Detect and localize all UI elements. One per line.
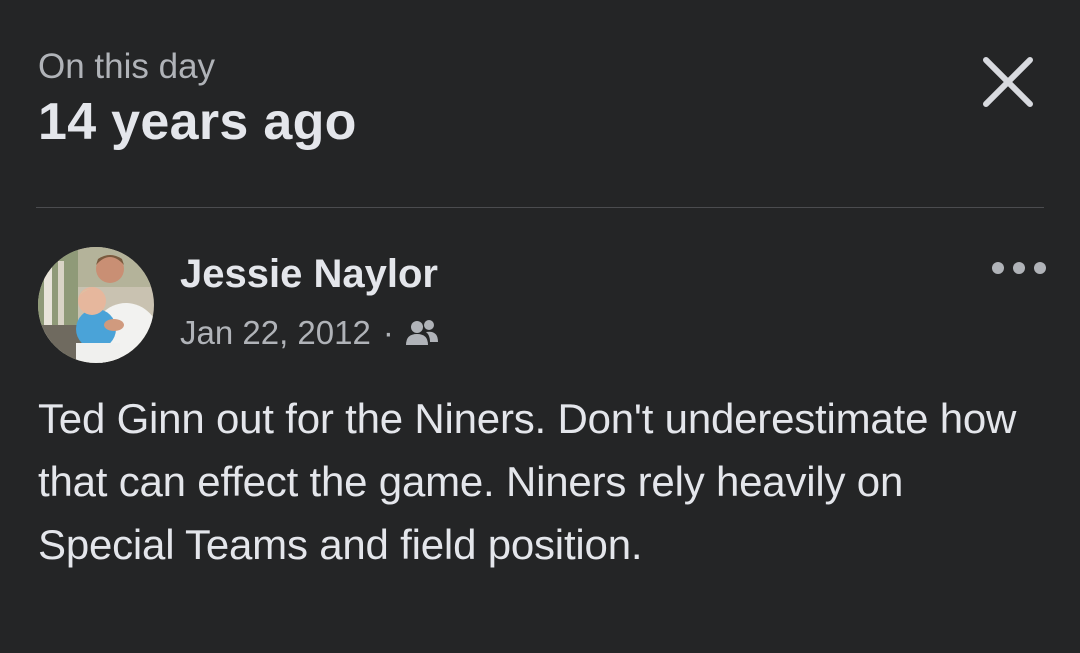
more-horizontal-icon (992, 262, 1046, 274)
post-date[interactable]: Jan 22, 2012 (180, 311, 371, 355)
author-avatar[interactable] (38, 247, 154, 363)
more-options-button[interactable] (986, 250, 1052, 286)
memory-label: On this day (38, 47, 216, 86)
close-icon (983, 57, 1033, 107)
close-button[interactable] (978, 52, 1038, 112)
avatar-photo (38, 247, 154, 363)
meta-separator: · (382, 314, 394, 351)
author-name[interactable]: Jessie Naylor (180, 246, 438, 302)
post-text: Ted Ginn out for the Niners. Don't under… (38, 395, 1017, 568)
memory-header: On this day 14 years ago (38, 44, 357, 154)
friends-icon[interactable] (404, 315, 440, 351)
post-meta: Jan 22, 2012 · (180, 311, 440, 355)
header-divider (36, 207, 1044, 208)
memory-title: 14 years ago (38, 93, 357, 151)
